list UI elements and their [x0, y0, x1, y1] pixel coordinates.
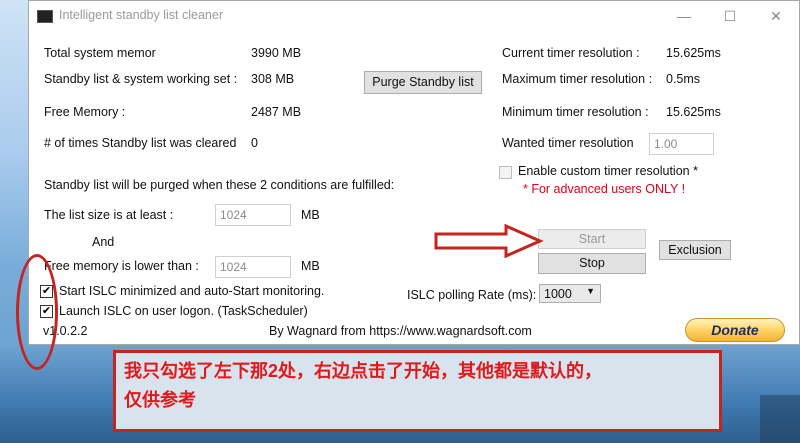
free-lower-input[interactable]: 1024 — [215, 256, 291, 278]
credit-label: By Wagnard from https://www.wagnardsoft.… — [269, 324, 532, 338]
current-timer-value: 15.625ms — [666, 46, 721, 60]
total-memory-label: Total system memor — [44, 46, 156, 60]
free-memory-label: Free Memory : — [44, 105, 126, 119]
donate-button[interactable]: Donate — [685, 318, 785, 342]
polling-rate-label: ISLC polling Rate (ms): — [407, 288, 537, 302]
conditions-heading: Standby list will be purged when these 2… — [44, 178, 395, 192]
max-timer-value: 0.5ms — [666, 72, 701, 86]
wanted-timer-input[interactable]: 1.00 — [649, 133, 714, 155]
min-timer-value: 15.625ms — [666, 105, 721, 119]
annotation-box: 我只勾选了左下那2处，右边点击了开始，其他都是默认的， 仅供参考 — [113, 350, 722, 432]
list-size-unit: MB — [301, 208, 320, 222]
standby-value: 308 MB — [251, 72, 295, 86]
max-timer-label: Maximum timer resolution : — [502, 72, 653, 86]
cleared-count-value: 0 — [251, 136, 258, 150]
title-bar[interactable]: Intelligent standby list cleaner — ☐ ✕ — [29, 1, 799, 31]
start-minimized-label: Start ISLC minimized and auto-Start moni… — [59, 284, 325, 298]
and-label: And — [92, 235, 115, 249]
app-icon — [37, 10, 53, 23]
current-timer-label: Current timer resolution : — [502, 46, 640, 60]
red-arrow-annotation — [434, 224, 544, 258]
list-size-label: The list size is at least : — [44, 208, 174, 222]
cleared-count-label: # of times Standby list was cleared — [44, 136, 237, 150]
custom-timer-checkbox[interactable] — [499, 166, 512, 179]
purge-standby-button[interactable]: Purge Standby list — [364, 71, 482, 94]
free-lower-label: Free memory is lower than : — [44, 259, 199, 273]
chevron-down-icon: ▼ — [586, 286, 595, 296]
islc-window: Intelligent standby list cleaner — ☐ ✕ T… — [28, 0, 800, 345]
custom-timer-label: Enable custom timer resolution * — [518, 164, 698, 178]
maximize-button[interactable]: ☐ — [707, 1, 753, 31]
list-size-input[interactable]: 1024 — [215, 204, 291, 226]
exclusion-button[interactable]: Exclusion — [659, 240, 731, 260]
close-button[interactable]: ✕ — [753, 1, 799, 31]
start-button[interactable]: Start — [538, 229, 646, 249]
launch-logon-label: Launch ISLC on user logon. (TaskSchedule… — [59, 304, 308, 318]
free-lower-unit: MB — [301, 259, 320, 273]
polling-rate-value: 1000 — [544, 287, 572, 301]
close-icon: ✕ — [770, 7, 782, 24]
annotation-line2: 仅供参考 — [124, 390, 196, 410]
maximize-icon: ☐ — [723, 7, 737, 24]
minimize-icon: — — [677, 8, 691, 24]
standby-label: Standby list & system working set : — [44, 72, 238, 86]
total-memory-value: 3990 MB — [251, 46, 302, 60]
wanted-timer-label: Wanted timer resolution — [502, 136, 634, 150]
polling-rate-select[interactable]: 1000 ▼ — [539, 284, 601, 303]
desktop-object — [760, 395, 800, 443]
stop-button[interactable]: Stop — [538, 253, 646, 274]
free-memory-value: 2487 MB — [251, 105, 302, 119]
red-circle-annotation — [16, 254, 58, 370]
minimize-button[interactable]: — — [661, 1, 707, 31]
annotation-line1: 我只勾选了左下那2处，右边点击了开始，其他都是默认的， — [124, 361, 603, 381]
advanced-users-note: * For advanced users ONLY ! — [523, 182, 686, 196]
window-controls: — ☐ ✕ — [661, 1, 799, 31]
min-timer-label: Minimum timer resolution : — [502, 105, 649, 119]
window-title: Intelligent standby list cleaner — [59, 8, 223, 22]
